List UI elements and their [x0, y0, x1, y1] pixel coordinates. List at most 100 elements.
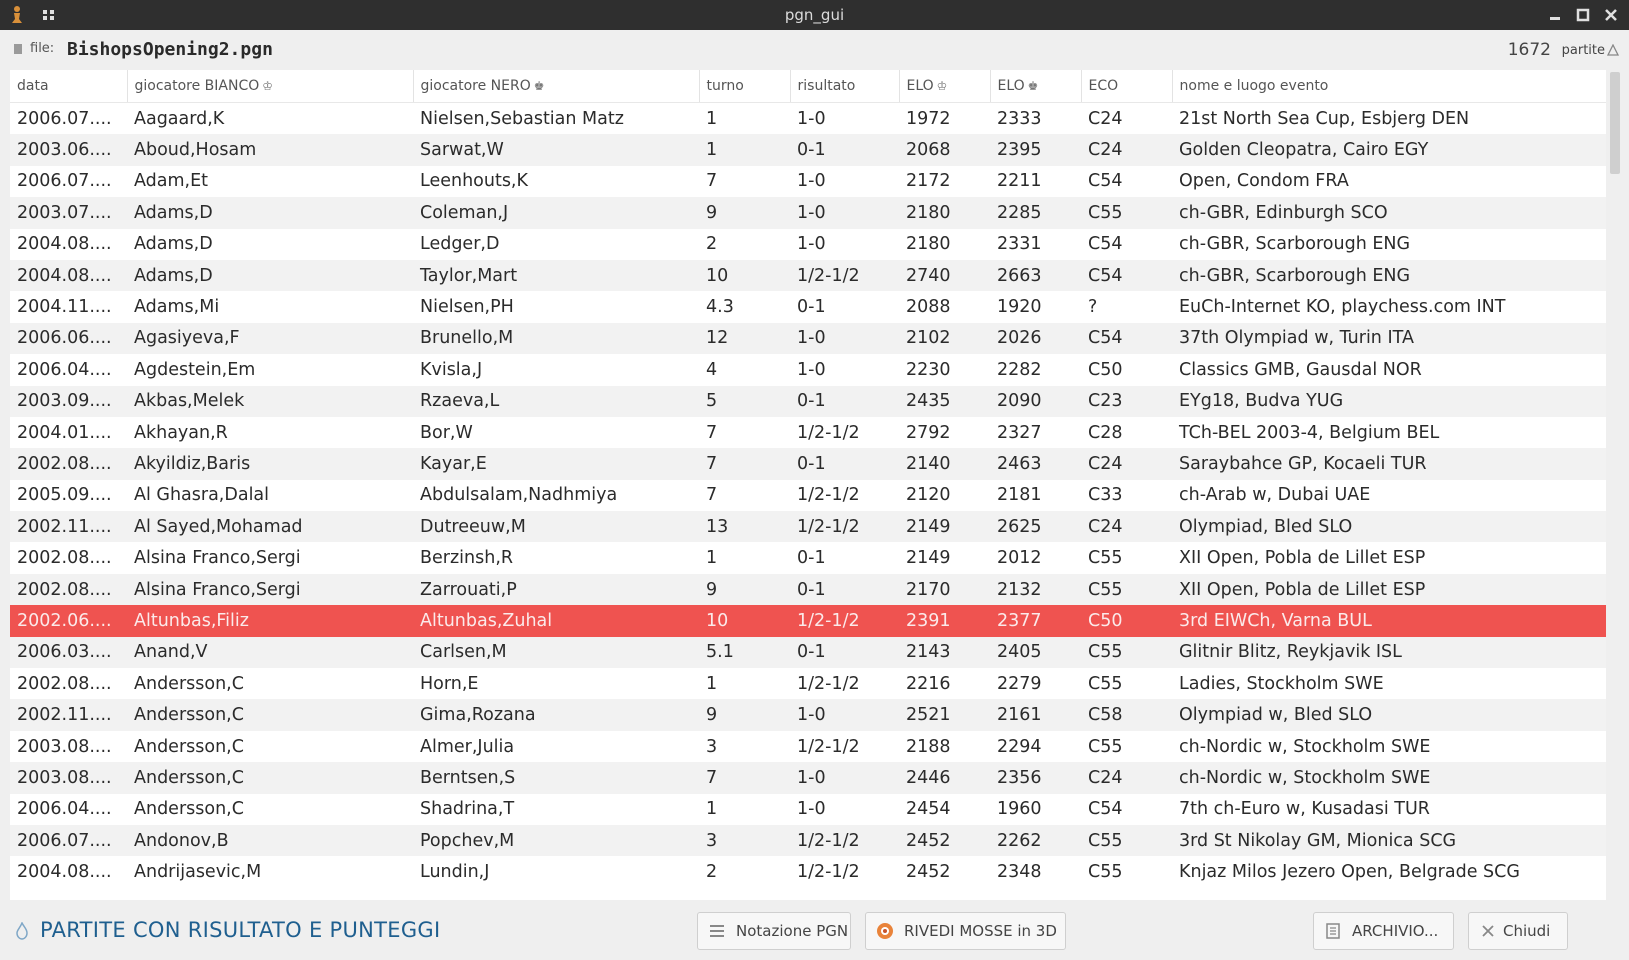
close-window-icon[interactable]: [1602, 6, 1620, 24]
cell-white-elo: 2120: [899, 479, 990, 512]
cell-black-player: Rzaeva,L: [413, 385, 699, 417]
title-bar: pgn_gui: [0, 0, 1629, 30]
table-row[interactable]: 2006.07.... Adam,Et Leenhouts,K 7 1-0 2172 221…: [10, 165, 1606, 198]
window-title: pgn_gui: [784, 6, 845, 24]
column-header-white-player[interactable]: giocatore BIANCO ♔: [127, 70, 414, 103]
cell-eco: C24: [1081, 448, 1172, 480]
table-row[interactable]: 2004.08.... Adams,D Taylor,Mart 10 1/2-1/2 27…: [10, 259, 1606, 292]
cell-white-elo: 2435: [899, 385, 990, 417]
cell-white-elo: 2172: [899, 165, 990, 198]
cell-eco: C24: [1081, 134, 1172, 166]
cell-event: Classics GMB, Gausdal NOR: [1172, 354, 1606, 386]
table-row[interactable]: 2006.03.... Anand,V Carlsen,M 5.1 0-1 2143 240…: [10, 636, 1606, 669]
cell-black-elo: 2377: [990, 605, 1081, 637]
cell-result: 1-0: [790, 165, 899, 198]
cell-white-elo: 2068: [899, 134, 990, 166]
cell-black-elo: 2161: [990, 699, 1081, 731]
table-row[interactable]: 2003.08.... Andersson,C Almer,Julia 3 1/2-1/…: [10, 730, 1606, 763]
cell-eco: C24: [1081, 511, 1172, 543]
table-row[interactable]: 2002.08.... Alsina Franco,Sergi Zarrouati,…: [10, 573, 1606, 606]
cell-white-player: Al Sayed,Mohamad: [127, 511, 413, 543]
cell-event: Olympiad w, Bled SLO: [1172, 699, 1606, 731]
column-header-eco[interactable]: ECO: [1081, 70, 1173, 103]
table-row[interactable]: 2003.08.... Andersson,C Berntsen,S 7 1-0 2446…: [10, 762, 1606, 794]
column-header-date[interactable]: data: [10, 70, 128, 103]
table-row-selected[interactable]: 2002.06.... Altunbas,Filiz Altunbas,Zuhal 1…: [10, 605, 1606, 637]
cell-white-elo: 2149: [899, 542, 990, 574]
cell-result: 0-1: [790, 448, 899, 480]
scrollbar-thumb[interactable]: [1610, 72, 1620, 174]
cell-white-player: Aagaard,K: [127, 102, 413, 135]
cell-black-player: Nielsen,Sebastian Matz: [413, 102, 699, 135]
maximize-icon[interactable]: [1574, 6, 1592, 24]
table-row[interactable]: 2002.08.... Akyildiz,Baris Kayar,E 7 0-1 2140…: [10, 448, 1606, 480]
flame-icon: [16, 922, 28, 940]
close-label: Chiudi: [1503, 922, 1551, 940]
cell-result: 1/2-1/2: [790, 730, 899, 763]
table-row[interactable]: 2006.04.... Agdestein,Em Kvisla,J 4 1-0 2230 2…: [10, 354, 1606, 386]
vertical-scrollbar[interactable]: [1607, 70, 1623, 900]
pgn-notation-button[interactable]: Notazione PGN: [697, 912, 851, 950]
cell-black-player: Abdulsalam,Nadhmiya: [413, 479, 699, 512]
cell-black-player: Berntsen,S: [413, 762, 699, 794]
black-king-icon: ♚: [1027, 79, 1039, 93]
file-label: file:: [30, 41, 55, 56]
white-king-icon: ♔: [936, 79, 948, 93]
column-header-event[interactable]: nome e luogo evento: [1172, 70, 1606, 103]
table-row[interactable]: 2004.08.... Andrijasevic,M Lundin,J 2 1/2-1/…: [10, 856, 1606, 888]
games-table: data giocatore BIANCO ♔ giocatore NERO ♚ turn…: [10, 70, 1606, 888]
table-row[interactable]: 2006.06.... Agasiyeva,F Brunello,M 12 1-0 210…: [10, 322, 1606, 355]
minimize-icon[interactable]: [1546, 6, 1564, 24]
cell-event: TCh-BEL 2003-4, Belgium BEL: [1172, 416, 1606, 449]
table-row[interactable]: 2002.11.... Andersson,C Gima,Rozana 9 1-0 252…: [10, 699, 1606, 731]
cell-event: 7th ch-Euro w, Kusadasi TUR: [1172, 793, 1606, 825]
cell-white-elo: 2088: [899, 291, 990, 323]
archive-button[interactable]: ARCHIVIO...: [1313, 912, 1454, 950]
table-row[interactable]: 2006.07.... Andonov,B Popchev,M 3 1/2-1/2 245…: [10, 824, 1606, 857]
black-king-icon: ♚: [533, 79, 545, 93]
table-row[interactable]: 2006.04.... Andersson,C Shadrina,T 1 1-0 2454…: [10, 793, 1606, 825]
column-header-round[interactable]: turno: [699, 70, 791, 103]
cell-white-player: Adams,D: [127, 259, 413, 292]
close-button[interactable]: Chiudi: [1468, 912, 1568, 950]
cell-black-elo: 2279: [990, 668, 1081, 700]
cell-eco: C28: [1081, 416, 1172, 449]
cell-event: Ladies, Stockholm SWE: [1172, 668, 1606, 700]
table-row[interactable]: 2003.07.... Adams,D Coleman,J 9 1-0 2180 2285 C…: [10, 197, 1606, 229]
cell-event: ch-Nordic w, Stockholm SWE: [1172, 762, 1606, 794]
cell-black-player: Bor,W: [413, 416, 699, 449]
table-row[interactable]: 2004.01.... Akhayan,R Bor,W 7 1/2-1/2 2792 232…: [10, 416, 1606, 449]
table-row[interactable]: 2003.06.... Aboud,Hosam Sarwat,W 1 0-1 2068 23…: [10, 134, 1606, 166]
cell-eco: C54: [1081, 793, 1172, 825]
cell-black-player: Coleman,J: [413, 197, 699, 229]
table-row[interactable]: 2002.08.... Alsina Franco,Sergi Berzinsh,R…: [10, 542, 1606, 574]
cell-black-player: Berzinsh,R: [413, 542, 699, 574]
cell-date: 2003.08....: [10, 762, 127, 794]
table-row[interactable]: 2002.11.... Al Sayed,Mohamad Dutreeuw,M 13 1…: [10, 511, 1606, 543]
cell-white-player: Altunbas,Filiz: [127, 605, 413, 637]
cell-date: 2002.06....: [10, 605, 127, 637]
table-row[interactable]: 2004.08.... Adams,D Ledger,D 2 1-0 2180 2331 C5…: [10, 228, 1606, 260]
table-row[interactable]: 2002.08.... Andersson,C Horn,E 1 1/2-1/2 2216…: [10, 668, 1606, 700]
review-3d-button[interactable]: RIVEDI MOSSE in 3D: [865, 912, 1066, 950]
column-header-black-player[interactable]: giocatore NERO ♚: [413, 70, 700, 103]
cell-eco: C54: [1081, 259, 1172, 292]
cell-white-player: Andersson,C: [127, 699, 413, 731]
cell-result: 1/2-1/2: [790, 824, 899, 857]
table-row[interactable]: 2004.11.... Adams,Mi Nielsen,PH 4.3 0-1 2088 1…: [10, 291, 1606, 323]
cell-round: 3: [699, 824, 790, 857]
table-row[interactable]: 2005.09.... Al Ghasra,Dalal Abdulsalam,Nad…: [10, 479, 1606, 512]
cell-white-elo: 2452: [899, 824, 990, 857]
column-header-white-elo[interactable]: ELO ♔: [899, 70, 991, 103]
column-header-black-elo[interactable]: ELO ♚: [990, 70, 1082, 103]
cell-date: 2005.09....: [10, 479, 127, 512]
table-row[interactable]: 2006.07.... Aagaard,K Nielsen,Sebastian Ma…: [10, 102, 1606, 135]
cell-round: 12: [699, 322, 790, 355]
cell-date: 2002.08....: [10, 542, 127, 574]
table-row[interactable]: 2003.09.... Akbas,Melek Rzaeva,L 5 0-1 2435 20…: [10, 385, 1606, 417]
cell-date: 2006.07....: [10, 165, 127, 198]
cell-eco: C55: [1081, 542, 1172, 574]
cell-round: 4.3: [699, 291, 790, 323]
column-header-label: risultato: [797, 78, 856, 94]
column-header-result[interactable]: risultato: [790, 70, 900, 103]
